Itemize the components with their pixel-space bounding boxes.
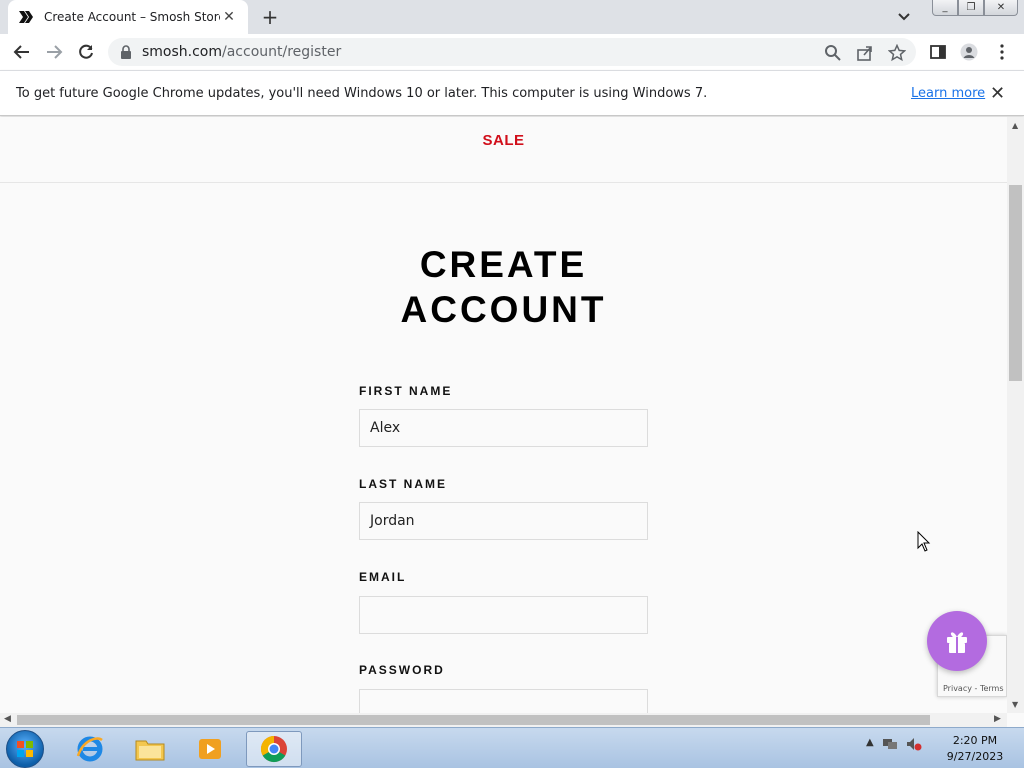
internet-explorer-icon [76, 736, 103, 762]
horizontal-scrollbar[interactable]: ◀ ▶ [0, 713, 1007, 727]
recaptcha-terms[interactable]: Privacy - Terms [943, 684, 1004, 693]
folder-icon [135, 740, 165, 761]
lock-icon [121, 45, 131, 59]
new-tab-button[interactable]: + [258, 6, 282, 28]
rewards-gift-button[interactable] [927, 611, 987, 671]
taskbar-clock[interactable]: 2:20 PM 9/27/2023 [940, 733, 1010, 765]
start-button[interactable] [6, 730, 44, 768]
first-name-label: FIRST NAME [359, 384, 453, 398]
side-panel-icon[interactable] [929, 43, 947, 61]
network-icon[interactable] [882, 737, 898, 751]
vertical-scroll-thumb[interactable] [1009, 185, 1022, 381]
system-tray: ▲ [866, 737, 922, 751]
address-bar[interactable]: smosh.com/account/register [108, 38, 916, 66]
mouse-cursor-icon [917, 531, 931, 552]
last-name-field[interactable]: Jordan [359, 502, 648, 540]
vertical-scrollbar[interactable]: ▲ ▼ [1007, 117, 1024, 713]
infobar-message: To get future Google Chrome updates, you… [16, 86, 708, 101]
share-icon[interactable] [856, 44, 874, 62]
password-label: PASSWORD [359, 663, 445, 677]
tab-strip: Create Account – Smosh Store ✕ + _ ❐ ✕ [0, 0, 1024, 34]
window-controls: _ ❐ ✕ [932, 0, 1018, 16]
clock-time: 2:20 PM [952, 734, 998, 747]
chrome-taskbar-button[interactable] [246, 731, 302, 767]
password-field[interactable] [359, 689, 648, 713]
email-field[interactable] [359, 596, 648, 634]
scroll-down-arrow-icon[interactable]: ▼ [1012, 700, 1018, 709]
bookmark-star-icon[interactable] [888, 44, 906, 62]
browser-tab[interactable]: Create Account – Smosh Store ✕ [8, 0, 248, 34]
scroll-left-arrow-icon[interactable]: ◀ [4, 714, 11, 724]
forward-arrow-icon [47, 45, 63, 59]
page-title-line2: ACCOUNT [400, 289, 607, 330]
tab-search-chevron-icon[interactable] [894, 8, 914, 26]
back-button[interactable] [11, 41, 33, 63]
close-window-button[interactable]: ✕ [984, 0, 1018, 16]
forward-button[interactable] [43, 41, 65, 63]
minimize-button[interactable]: _ [932, 0, 958, 16]
reload-button[interactable] [75, 41, 97, 63]
learn-more-link[interactable]: Learn more [911, 86, 985, 101]
smosh-favicon-icon [19, 11, 33, 23]
media-player-icon [199, 739, 221, 759]
profile-avatar-icon[interactable] [960, 43, 978, 61]
chrome-icon [260, 735, 287, 763]
horizontal-scroll-thumb[interactable] [17, 715, 930, 725]
sale-link[interactable]: SALE [0, 132, 1007, 149]
browser-toolbar: smosh.com/account/register [0, 34, 1024, 70]
more-menu-icon[interactable] [993, 43, 1011, 61]
url-text: smosh.com/account/register [142, 44, 342, 60]
media-player-taskbar-button[interactable] [182, 731, 238, 767]
update-infobar: To get future Google Chrome updates, you… [0, 70, 1024, 116]
scroll-up-arrow-icon[interactable]: ▲ [1012, 121, 1018, 130]
page-content: SALE CREATE ACCOUNT FIRST NAME Alex LAST… [0, 117, 1007, 713]
reload-icon [79, 44, 93, 59]
email-label: EMAIL [359, 570, 407, 584]
infobar-close-icon[interactable]: ✕ [990, 83, 1005, 104]
search-icon[interactable] [824, 44, 842, 62]
store-nav-bar: SALE [0, 117, 1007, 183]
windows-taskbar: ▲ 2:20 PM 9/27/2023 [0, 727, 1024, 768]
first-name-field[interactable]: Alex [359, 409, 648, 447]
page-title: CREATE ACCOUNT [0, 242, 1007, 332]
explorer-taskbar-button[interactable] [122, 731, 178, 767]
tab-title: Create Account – Smosh Store [44, 10, 220, 24]
clock-date: 9/27/2023 [946, 750, 1004, 763]
tray-expand-icon[interactable]: ▲ [866, 737, 874, 751]
back-arrow-icon [13, 45, 29, 59]
tab-close-icon[interactable]: ✕ [220, 9, 238, 25]
windows-logo-icon [17, 741, 33, 757]
volume-muted-icon[interactable] [906, 737, 922, 751]
maximize-button[interactable]: ❐ [958, 0, 984, 16]
scroll-right-arrow-icon[interactable]: ▶ [994, 714, 1001, 724]
internet-explorer-taskbar-button[interactable] [62, 731, 118, 767]
gift-icon [947, 632, 967, 653]
page-title-line1: CREATE [419, 244, 588, 285]
last-name-label: LAST NAME [359, 477, 447, 491]
